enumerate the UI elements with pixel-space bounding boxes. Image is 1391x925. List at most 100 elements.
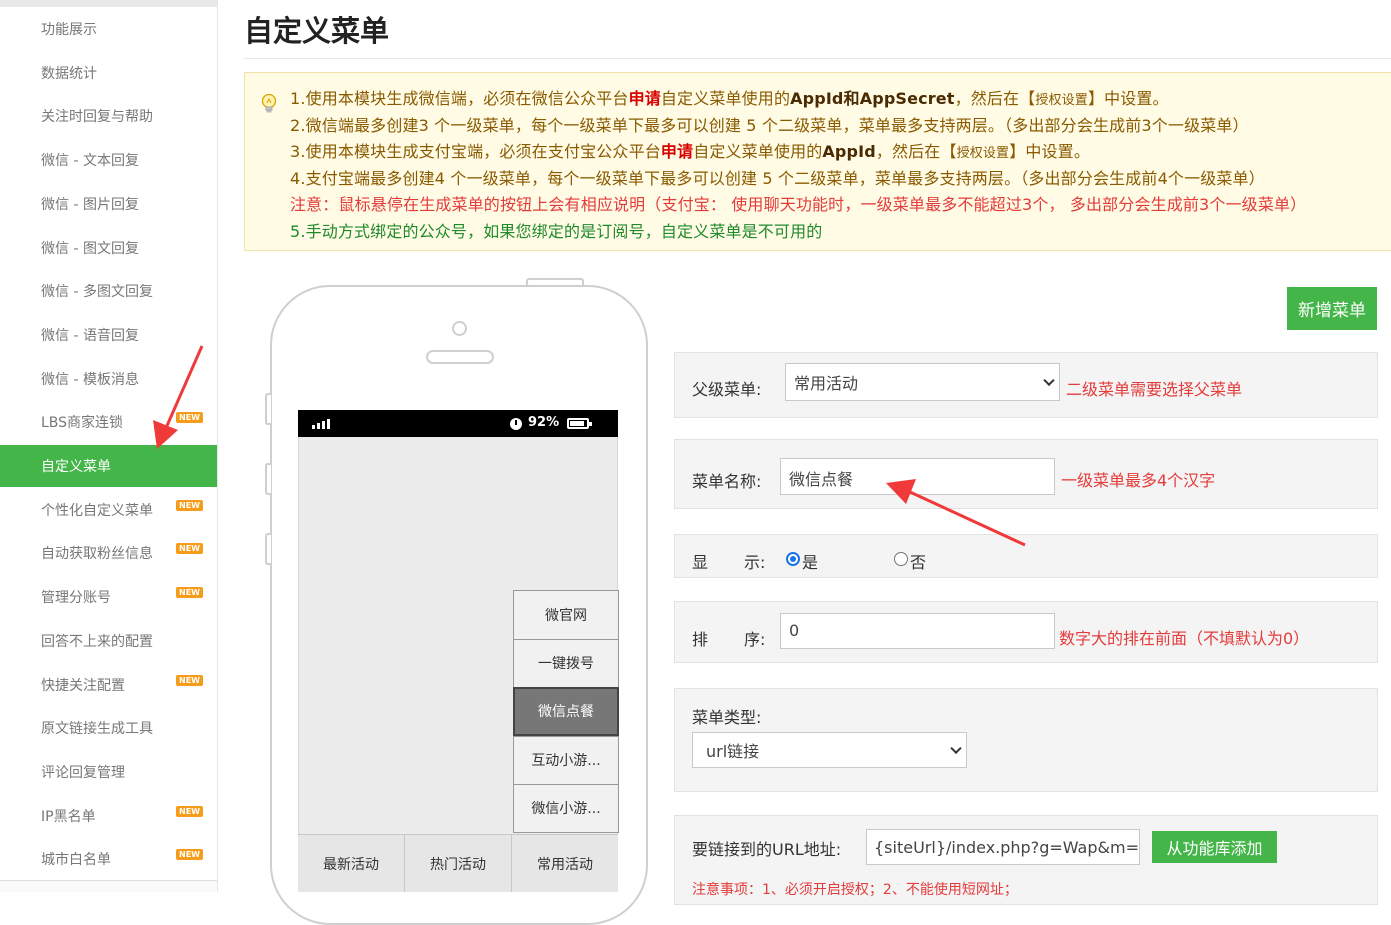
parent-menu-hint: 二级菜单需要选择父菜单: [1066, 380, 1243, 399]
phone-submenu-item[interactable]: 微信小游...: [513, 784, 619, 833]
new-badge-icon: NEW: [176, 587, 203, 599]
sidebar-item-label: 数据统计: [41, 65, 97, 82]
notice-emphasis: AppId: [822, 142, 876, 161]
sidebar-item-label: 微信 - 多图文回复: [41, 284, 153, 301]
notice-link-auth: 授权设置: [1035, 93, 1088, 108]
display-yes-radio[interactable]: [786, 552, 800, 566]
sidebar-item[interactable]: 原文链接生成工具: [0, 707, 217, 749]
sidebar-item-label: 个性化自定义菜单: [41, 502, 153, 519]
phone-bottom-menu-item[interactable]: 最新活动: [298, 835, 405, 892]
phone-submenu-item[interactable]: 一键拨号: [513, 638, 619, 687]
sidebar: 功能展示数据统计关注时回复与帮助微信 - 文本回复 微信 - 图片回复微信 - 图…: [0, 0, 218, 892]
url-value: {siteUrl}/index.php?g=Wap&m=In: [874, 837, 1140, 857]
notice-text: 】中设置。: [1009, 142, 1090, 161]
display-row: 显 示: 是 否: [674, 534, 1378, 578]
parent-menu-value: 常用活动: [794, 374, 859, 393]
chevron-down-icon: [950, 742, 962, 755]
sidebar-item[interactable]: 微信 - 多图文回复: [0, 270, 217, 312]
sidebar-item-label: 快捷关注配置: [41, 677, 125, 694]
phone-status-bar: 92%: [298, 410, 618, 437]
phone-submenu-item[interactable]: 互动小游...: [513, 735, 619, 784]
notice-line-3: 3.使用本模块生成支付宝端，必须在支付宝公众平台申请自定义菜单使用的AppId，…: [290, 138, 1090, 162]
notice-text: 】中设置。: [1087, 89, 1169, 108]
new-badge-icon: NEW: [176, 499, 203, 511]
parent-menu-row: 父级菜单: 常用活动 二级菜单需要选择父菜单: [674, 352, 1378, 418]
phone-submenu-item[interactable]: 微信点餐: [513, 687, 619, 736]
phone-bottom-menu: 最新活动 热门活动 常用活动: [298, 834, 618, 892]
notice-box: 1.使用本模块生成微信端，必须在微信公众平台申请自定义菜单使用的AppId和Ap…: [244, 72, 1391, 251]
sidebar-item[interactable]: 快捷关注配置 NEW: [0, 664, 217, 706]
sidebar-item[interactable]: 数据统计: [0, 52, 217, 94]
sidebar-item[interactable]: 微信 - 图文回复: [0, 227, 217, 269]
sidebar-item[interactable]: 微信 - 文本回复: [0, 139, 217, 181]
menu-type-row: 菜单类型: url链接: [674, 688, 1378, 792]
sidebar-item[interactable]: 个性化自定义菜单 NEW: [0, 489, 217, 531]
phone-submenu-item[interactable]: 微官网: [513, 590, 619, 639]
sort-label-a: 排: [692, 630, 709, 649]
notice-line-6: 5.手动方式绑定的公众号，如果您绑定的是订阅号，自定义菜单是不可用的: [290, 222, 823, 241]
sort-value: 0: [789, 621, 800, 640]
notice-line-5: 注意：鼠标悬停在生成菜单的按钮上会有相应说明（支付宝： 使用聊天功能时，一级菜单…: [290, 195, 1307, 214]
phone-bottom-menu-item[interactable]: 常用活动: [512, 835, 618, 892]
phone-bottom-menu-item[interactable]: 热门活动: [405, 835, 512, 892]
notice-text: 1.使用本模块生成微信端，必须在微信公众平台: [290, 89, 629, 108]
sidebar-item[interactable]: 管理分账号 NEW: [0, 576, 217, 618]
sidebar-item-label: 原文链接生成工具: [41, 721, 153, 738]
new-badge-icon: NEW: [176, 674, 203, 686]
sidebar-item[interactable]: 自定义菜单: [0, 445, 217, 487]
display-yes-label[interactable]: 是: [802, 549, 818, 573]
sidebar-item-label: 微信 - 文本回复: [41, 153, 139, 170]
notice-line-2: 2.微信端最多创建3 个一级菜单，每个一级菜单下最多可以创建 5 个二级菜单，菜…: [290, 116, 1249, 135]
sidebar-item-label: IP黑名单: [41, 808, 96, 825]
sidebar-item[interactable]: 功能展示: [0, 8, 217, 50]
sidebar-item[interactable]: 回答不上来的配置: [0, 620, 217, 662]
sidebar-item[interactable]: 评论回复管理: [0, 751, 217, 793]
phone-side-button: [265, 393, 271, 425]
phone-speaker: [426, 350, 494, 364]
add-from-library-button[interactable]: 从功能库添加: [1152, 831, 1277, 863]
chevron-down-icon: [1043, 374, 1055, 387]
sidebar-item[interactable]: 微信 - 图片回复: [0, 183, 217, 225]
new-badge-icon: NEW: [176, 412, 203, 424]
phone-side-button: [265, 533, 271, 565]
sidebar-item-label: 评论回复管理: [41, 764, 125, 781]
sidebar-item-label: LBS商家连锁: [41, 415, 124, 432]
parent-menu-label: 父级菜单:: [692, 380, 762, 399]
sidebar-item-label: 微信 - 图片回复: [41, 196, 139, 213]
add-menu-button[interactable]: 新增菜单: [1287, 287, 1377, 330]
menu-type-select[interactable]: url链接: [692, 732, 967, 768]
menu-type-value: url链接: [706, 742, 760, 761]
parent-menu-select[interactable]: 常用活动: [785, 363, 1060, 401]
sidebar-item-label: 微信 - 语音回复: [41, 327, 139, 344]
signal-icon: [312, 419, 330, 429]
url-tips: 注意事项：1、必须开启授权；2、不能使用短网址；: [692, 882, 1018, 898]
display-no-radio[interactable]: [894, 552, 908, 566]
sort-input[interactable]: 0: [780, 613, 1055, 649]
sidebar-item[interactable]: 微信 - 语音回复: [0, 314, 217, 356]
notice-emphasis: AppId和AppSecret: [790, 89, 955, 108]
display-no-label[interactable]: 否: [910, 549, 926, 573]
sidebar-item[interactable]: IP黑名单 NEW: [0, 795, 217, 837]
sidebar-item[interactable]: LBS商家连锁 NEW: [0, 401, 217, 443]
sidebar-item[interactable]: 自动获取粉丝信息 NEW: [0, 532, 217, 574]
notice-text: ，然后在【: [875, 142, 957, 161]
new-badge-icon: NEW: [176, 805, 203, 817]
notice-text: 3.使用本模块生成支付宝端，必须在支付宝公众平台: [290, 142, 661, 161]
menu-name-hint: 一级菜单最多4个汉字: [1061, 471, 1216, 490]
sidebar-item[interactable]: 关注时回复与帮助: [0, 95, 217, 137]
menu-name-value: 微信点餐: [789, 470, 854, 489]
url-label: 要链接到的URL地址:: [692, 840, 842, 859]
notice-link-auth: 授权设置: [956, 146, 1010, 161]
new-badge-icon: NEW: [176, 543, 203, 555]
page-title: 自定义菜单: [244, 14, 390, 48]
sidebar-item[interactable]: 微信 - 模板消息: [0, 358, 217, 400]
menu-name-label: 菜单名称:: [692, 472, 762, 491]
phone-submenu: 微官网 一键拨号 微信点餐 互动小游... 微信小游...: [513, 590, 619, 833]
url-input[interactable]: {siteUrl}/index.php?g=Wap&m=In: [866, 829, 1140, 865]
title-divider: [244, 58, 1391, 59]
sidebar-item[interactable]: 城市白名单 NEW: [0, 838, 217, 880]
notice-emphasis: 申请: [628, 89, 661, 108]
notice-emphasis: 申请: [660, 142, 694, 161]
menu-name-input[interactable]: 微信点餐: [780, 458, 1055, 495]
sidebar-footer: [0, 880, 217, 892]
